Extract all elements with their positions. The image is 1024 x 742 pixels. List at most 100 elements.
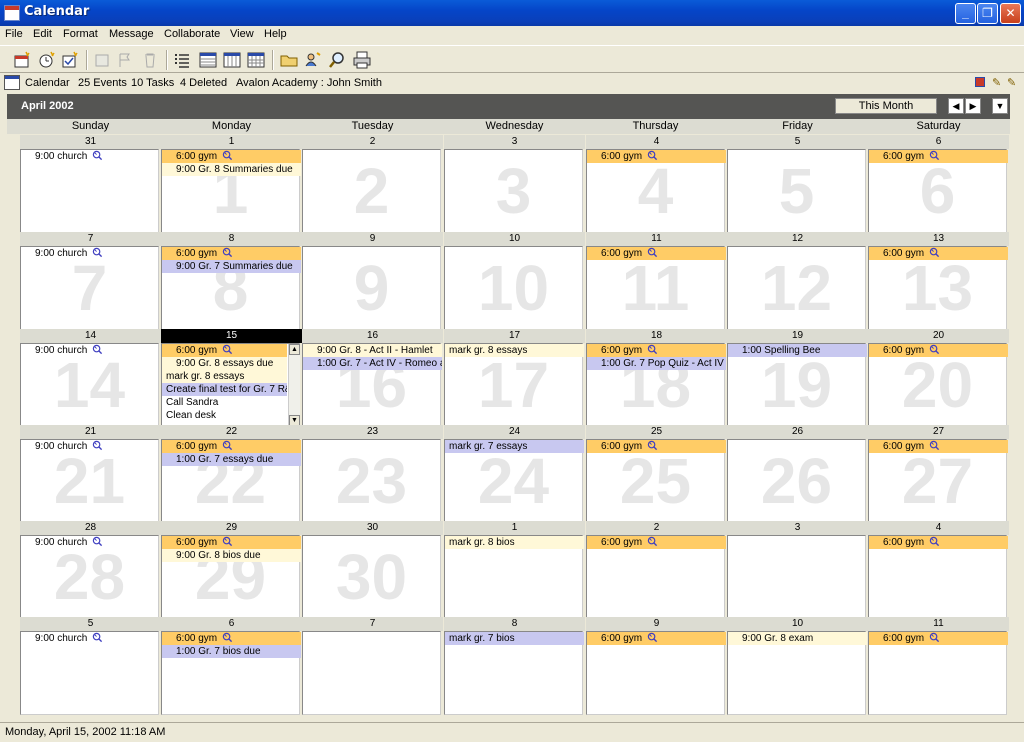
day-number[interactable]: 7 [302,617,443,631]
day-number[interactable]: 7 [20,232,161,246]
day-cell[interactable]: 28 28 9:00 church [20,521,161,619]
calendar-event[interactable]: 6:00 gym [587,247,726,260]
day-cell[interactable]: 7 7 9:00 church [20,232,161,330]
calendar-event[interactable]: mark gr. 7 essays [445,440,584,453]
day-cell[interactable]: 11 11 6:00 gym [586,232,727,330]
day-number[interactable]: 11 [586,232,727,246]
day-number[interactable]: 1 [161,135,302,149]
day-number[interactable]: 24 [444,425,585,439]
calendar-event[interactable]: 6:00 gym [162,150,301,163]
day-number[interactable]: 12 [727,232,868,246]
calendar-event[interactable]: 1:00 Spelling Bee [728,344,867,357]
day-cell[interactable]: 14 14 9:00 church [20,329,161,427]
day-cell[interactable]: 26 26 [727,425,868,523]
day-number[interactable]: 27 [868,425,1009,439]
day-cell[interactable]: 1 1 6:00 gym 9:00 Gr. 8 Summaries due [161,135,302,233]
menu-collaborate[interactable]: Collaborate [164,28,220,40]
day-cell[interactable]: 19 19 1:00 Spelling Bee [727,329,868,427]
day-number[interactable]: 5 [727,135,868,149]
calendar-event[interactable]: Clean desk [162,409,287,422]
day-cell[interactable]: 33 [444,135,585,233]
day-number[interactable]: 6 [868,135,1009,149]
calendar-event[interactable]: 9:00 church [21,632,160,645]
day-cell[interactable]: 5 9:00 church [20,617,161,715]
day-number[interactable]: 3 [444,135,585,149]
day-body[interactable] [302,631,441,715]
day-cell[interactable]: 6 6 6:00 gym [868,135,1009,233]
open-folder-icon[interactable] [279,50,299,70]
calendar-event[interactable]: 6:00 gym [587,632,726,645]
day-cell[interactable]: 24 24 mark gr. 7 essays [444,425,585,523]
day-cell[interactable]: 4 4 6:00 gym [586,135,727,233]
day-number[interactable]: 1 [444,521,585,535]
calendar-event[interactable]: 6:00 gym [869,344,1008,357]
calendar-event[interactable]: 6:00 gym [587,536,726,549]
next-month-button[interactable]: ▶ [965,98,981,114]
day-number[interactable]: 2 [586,521,727,535]
day-cell[interactable]: 27 27 6:00 gym [868,425,1009,523]
calendar-event[interactable]: 6:00 gym [587,150,726,163]
color-tag-icon[interactable] [975,77,985,87]
calendar-event[interactable]: Create final test for Gr. 7 R& [162,383,287,396]
calendar-event[interactable]: 6:00 gym [162,536,301,549]
day-cell[interactable]: 30 30 [302,521,443,619]
menu-help[interactable]: Help [264,28,287,40]
flag-disabled-icon[interactable] [115,50,135,70]
day-number[interactable]: 9 [586,617,727,631]
day-number[interactable]: 10 [727,617,868,631]
minimize-button[interactable]: _ [955,3,976,24]
brush-icon[interactable]: ✎ [1007,76,1016,89]
print-disabled-icon[interactable] [92,50,112,70]
calendar-event[interactable]: 9:00 church [21,440,160,453]
calendar-event[interactable]: 6:00 gym [162,247,301,260]
day-number[interactable]: 8 [444,617,585,631]
calendar-event[interactable]: mark gr. 8 essays [162,370,287,383]
day-cell[interactable]: 6 6:00 gym 1:00 Gr. 7 bios due [161,617,302,715]
day-scrollbar[interactable]: ▲ ▼ [288,344,300,426]
calendar-event[interactable]: 1:00 Gr. 7 - Act IV - Romeo a [303,357,442,370]
calendar-event[interactable]: Call Sandra [162,396,287,409]
day-cell[interactable]: 1 mark gr. 8 bios [444,521,585,619]
day-number[interactable]: 4 [868,521,1009,535]
day-number[interactable]: 28 [20,521,161,535]
prev-month-button[interactable]: ◀ [948,98,964,114]
day-number[interactable]: 21 [20,425,161,439]
calendar-event[interactable]: 6:00 gym [869,247,1008,260]
calendar-event[interactable]: 6:00 gym [162,344,287,357]
day-cell[interactable]: 12 12 [727,232,868,330]
calendar-event[interactable]: 9:00 Gr. 8 bios due [162,549,301,562]
calendar-event[interactable]: mark gr. 8 bios [445,536,584,549]
day-cell[interactable]: 10 9:00 Gr. 8 exam [727,617,868,715]
day-number[interactable]: 14 [20,329,161,343]
day-number[interactable]: 6 [161,617,302,631]
maximize-button[interactable]: ❐ [977,3,998,24]
this-month-button[interactable]: This Month [835,98,937,114]
menu-file[interactable]: File [5,28,23,40]
day-cell[interactable]: 18 18 6:00 gym 1:00 Gr. 7 Pop Quiz - Act IV… [586,329,727,427]
day-number[interactable]: 31 [20,135,161,149]
calendar-event[interactable]: 9:00 Gr. 8 Summaries due [162,163,301,176]
calendar-event[interactable]: 9:00 Gr. 8 exam [728,632,867,645]
day-cell[interactable]: 11 6:00 gym [868,617,1009,715]
day-cell[interactable]: 20 20 6:00 gym [868,329,1009,427]
list-view-icon[interactable] [173,50,193,70]
day-cell[interactable]: 17 17 mark gr. 8 essays [444,329,585,427]
day-number[interactable]: 8 [161,232,302,246]
new-event-icon[interactable] [37,50,57,70]
calendar-event[interactable]: 9:00 Gr. 8 - Act II - Hamlet [303,344,442,357]
calendar-event[interactable]: 9:00 Gr. 7 Summaries due [162,260,301,273]
print-icon[interactable] [352,50,372,70]
day-cell[interactable]: 13 13 6:00 gym [868,232,1009,330]
day-cell[interactable]: 29 29 6:00 gym 9:00 Gr. 8 bios due [161,521,302,619]
day-cell[interactable]: 31 9:00 church [20,135,161,233]
day-cell[interactable]: 8 mark gr. 7 bios [444,617,585,715]
calendar-event[interactable]: 6:00 gym [587,440,726,453]
calendar-event[interactable]: 9:00 church [21,150,160,163]
calendar-event[interactable]: mark gr. 8 essays [445,344,584,357]
day-number[interactable]: 30 [302,521,443,535]
day-cell[interactable]: 4 6:00 gym [868,521,1009,619]
day-number[interactable]: 18 [586,329,727,343]
calendar-event[interactable]: 6:00 gym [587,344,726,357]
view-dropdown-button[interactable]: ▼ [992,98,1008,114]
day-cell[interactable]: 15 6:00 gym 9:00 Gr. 8 essays due mark gr. … [161,329,302,427]
